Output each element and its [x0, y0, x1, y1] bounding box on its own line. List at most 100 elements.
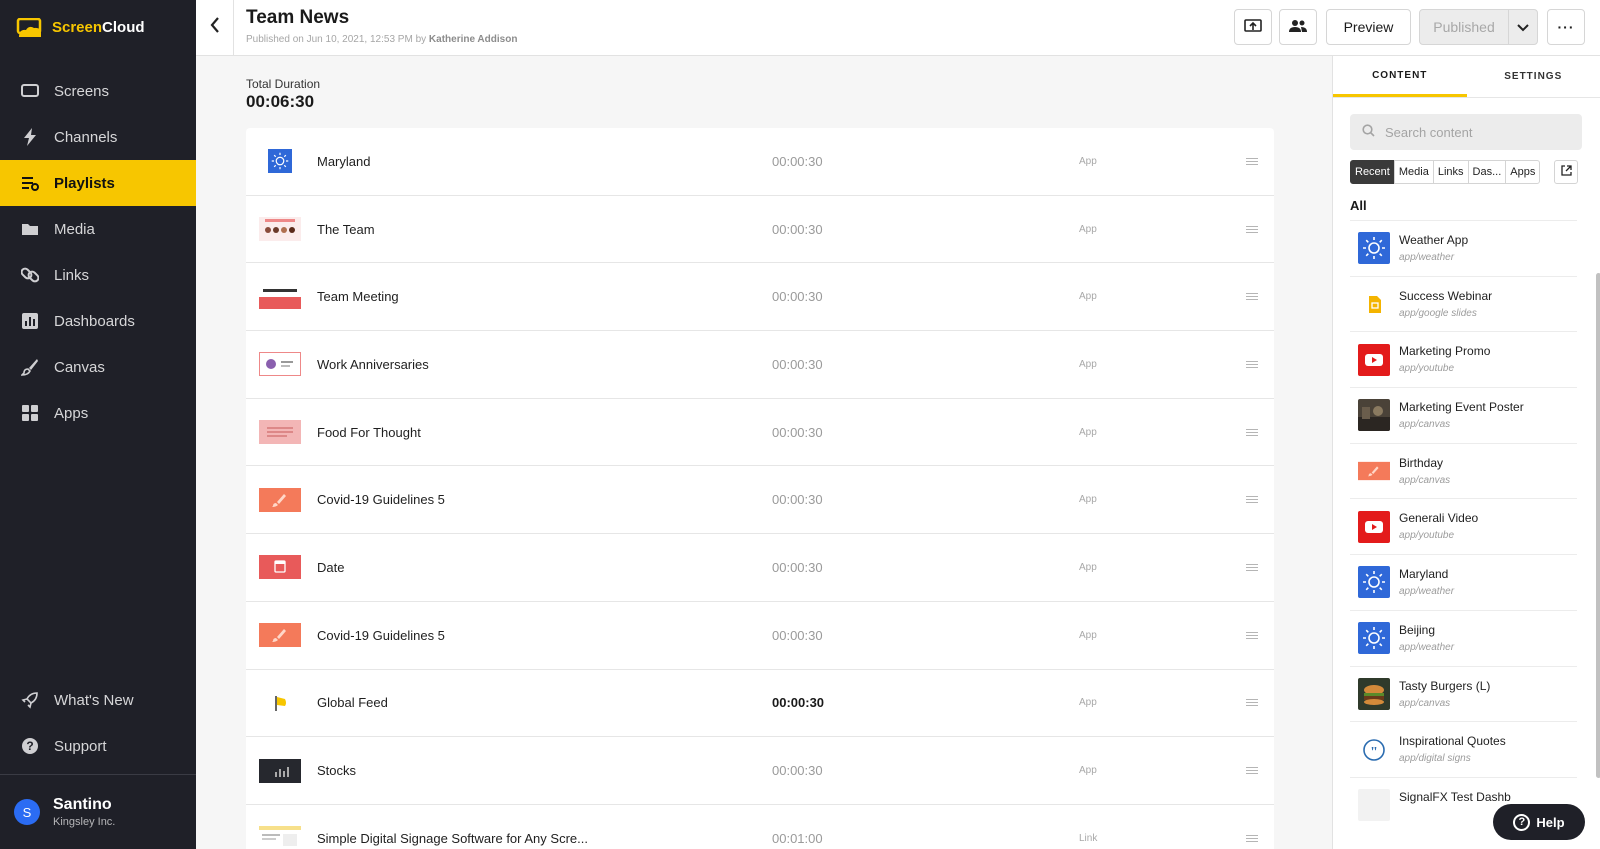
panel-scrollbar[interactable]	[1596, 273, 1600, 778]
content-list-item[interactable]: Generali Video app/youtube	[1350, 498, 1577, 554]
playlist-row[interactable]: Covid-19 Guidelines 5 00:00:30 App	[246, 466, 1274, 535]
playlist-row[interactable]: Work Anniversaries 00:00:30 App	[246, 331, 1274, 399]
item-duration[interactable]: 00:00:30	[772, 492, 823, 507]
drag-handle-icon[interactable]	[1246, 765, 1258, 776]
content-list-item[interactable]: Marketing Event Poster app/canvas	[1350, 387, 1577, 443]
item-duration[interactable]: 00:00:30	[772, 425, 823, 440]
playlist-row[interactable]: Global Feed 00:00:30 App	[246, 670, 1274, 738]
playlist-row[interactable]: Date 00:00:30 App	[246, 534, 1274, 602]
item-duration[interactable]: 00:00:30	[772, 695, 824, 710]
drag-handle-icon[interactable]	[1246, 630, 1258, 641]
content-list-item[interactable]: Beijing app/weather	[1350, 609, 1577, 666]
help-button[interactable]: ? Help	[1493, 804, 1585, 840]
share-button[interactable]	[1279, 9, 1317, 45]
filter-recent[interactable]: Recent	[1350, 160, 1395, 184]
dashboard-icon	[20, 311, 40, 331]
content-list-item[interactable]: Success Webinar app/google slides	[1350, 275, 1577, 332]
filter-links[interactable]: Links	[1432, 160, 1469, 184]
content-list-item[interactable]: Weather App app/weather	[1350, 220, 1577, 276]
drag-handle-icon[interactable]	[1246, 291, 1258, 302]
stocks-chart-icon	[259, 758, 301, 783]
sidebar-item-canvas[interactable]: Canvas	[0, 344, 196, 390]
weather-sun-icon	[1358, 566, 1390, 599]
filter-dashboards[interactable]: Das...	[1467, 160, 1507, 184]
playlist-row[interactable]: Maryland 00:00:30 App	[246, 128, 1274, 196]
playlist-row[interactable]: Food For Thought 00:00:30 App	[246, 399, 1274, 467]
brush-icon	[20, 357, 40, 377]
content-list-item[interactable]: " Inspirational Quotes app/digital signs	[1350, 721, 1577, 777]
item-duration[interactable]: 00:00:30	[772, 222, 823, 237]
drag-handle-icon[interactable]	[1246, 494, 1258, 505]
publish-options-dropdown[interactable]	[1508, 9, 1538, 45]
item-name: Team Meeting	[317, 289, 399, 305]
cast-button[interactable]	[1234, 9, 1272, 45]
playlist-row[interactable]: The Team 00:00:30 App	[246, 196, 1274, 264]
drag-handle-icon[interactable]	[1246, 697, 1258, 708]
open-external-button[interactable]	[1554, 160, 1578, 184]
sidebar-item-media[interactable]: Media	[0, 206, 196, 252]
sidebar-item-whats-new[interactable]: What's New	[0, 677, 196, 723]
drag-handle-icon[interactable]	[1246, 224, 1258, 235]
sidebar-item-label: Canvas	[54, 358, 105, 376]
content-name: Tasty Burgers (L)	[1399, 678, 1491, 693]
filter-media[interactable]: Media	[1393, 160, 1434, 184]
playlist-row[interactable]: Simple Digital Signage Software for Any …	[246, 805, 1274, 849]
page-header: Team News Published on Jun 10, 2021, 12:…	[196, 0, 1600, 56]
content-list-item[interactable]: Tasty Burgers (L) app/canvas	[1350, 665, 1577, 722]
more-options-button[interactable]: ···	[1547, 9, 1585, 45]
user-profile[interactable]: S Santino Kingsley Inc.	[0, 774, 196, 849]
sidebar-item-dashboards[interactable]: Dashboards	[0, 298, 196, 344]
preview-button[interactable]: Preview	[1326, 9, 1411, 45]
published-button[interactable]: Published	[1419, 9, 1509, 45]
publish-date: Published on Jun 10, 2021, 12:53 PM by	[246, 34, 429, 45]
users-icon	[1289, 19, 1307, 36]
item-duration[interactable]: 00:00:30	[772, 763, 823, 778]
screen-icon	[20, 81, 40, 101]
sidebar-item-apps[interactable]: Apps	[0, 390, 196, 436]
item-duration[interactable]: 00:00:30	[772, 628, 823, 643]
drag-handle-icon[interactable]	[1246, 427, 1258, 438]
back-button[interactable]	[196, 0, 234, 55]
folder-icon	[20, 219, 40, 239]
playlist-row[interactable]: Team Meeting 00:00:30 App	[246, 263, 1274, 332]
tab-content[interactable]: CONTENT	[1333, 56, 1467, 97]
sidebar-item-screens[interactable]: Screens	[0, 68, 196, 114]
item-type: Link	[1079, 832, 1098, 844]
sidebar-item-support[interactable]: ? Support	[0, 723, 196, 769]
flag-feed-icon	[259, 690, 301, 715]
playlist-row[interactable]: Stocks 00:00:30 App	[246, 737, 1274, 805]
sidebar-item-links[interactable]: Links	[0, 252, 196, 298]
content-name: SignalFX Test Dashb	[1399, 789, 1511, 804]
playlist-row[interactable]: Covid-19 Guidelines 5 00:00:30 App	[246, 602, 1274, 670]
drag-handle-icon[interactable]	[1246, 156, 1258, 167]
filter-apps[interactable]: Apps	[1505, 160, 1541, 184]
help-question-icon: ?	[1513, 813, 1531, 831]
item-duration[interactable]: 00:00:30	[772, 560, 823, 575]
app-logo[interactable]: Screen Cloud	[0, 0, 196, 55]
item-duration[interactable]: 00:01:00	[772, 831, 823, 846]
item-duration[interactable]: 00:00:30	[772, 154, 823, 169]
item-duration[interactable]: 00:00:30	[772, 357, 823, 372]
drag-handle-icon[interactable]	[1246, 359, 1258, 370]
sidebar-item-channels[interactable]: Channels	[0, 114, 196, 160]
content-list-item[interactable]: Birthday app/canvas	[1350, 442, 1577, 499]
item-name: Stocks	[317, 763, 357, 779]
content-list-item[interactable]: Marketing Promo app/youtube	[1350, 331, 1577, 387]
page-title: Team News	[246, 7, 350, 28]
svg-text:?: ?	[26, 739, 33, 753]
content-path: app/canvas	[1399, 419, 1451, 431]
link-icon	[20, 265, 40, 285]
chevron-left-icon	[210, 17, 220, 38]
drag-handle-icon[interactable]	[1246, 562, 1258, 573]
content-path: app/canvas	[1399, 474, 1451, 486]
burger-thumbnail	[1358, 677, 1390, 710]
brand-name-part1: Screen	[52, 19, 103, 36]
item-duration[interactable]: 00:00:30	[772, 289, 823, 304]
sidebar-item-playlists[interactable]: Playlists	[0, 160, 196, 206]
drag-handle-icon[interactable]	[1246, 833, 1258, 844]
search-input[interactable]	[1385, 124, 1575, 140]
item-name: Covid-19 Guidelines 5	[317, 627, 445, 643]
content-list-item[interactable]: Maryland app/weather	[1350, 554, 1577, 610]
publish-author: Katherine Addison	[428, 34, 518, 45]
tab-settings[interactable]: SETTINGS	[1467, 56, 1600, 97]
